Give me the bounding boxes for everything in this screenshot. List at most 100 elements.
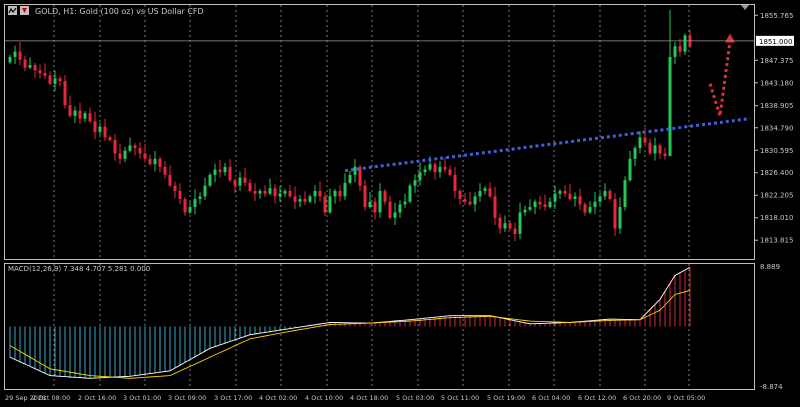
candle-bear — [38, 70, 42, 74]
time-tick-label: 5 Oct 11:00 — [441, 394, 479, 402]
candle-bull — [418, 172, 422, 181]
candle-bull — [333, 190, 337, 197]
candle-bull — [633, 148, 637, 159]
candle-bear — [488, 188, 492, 197]
candle-bear — [133, 145, 137, 149]
candle-bull — [653, 145, 657, 154]
candle-bull — [53, 78, 57, 84]
candle-bull — [278, 193, 282, 197]
candle-bull — [13, 51, 17, 57]
candle-bull — [208, 174, 212, 186]
candle-bull — [628, 158, 632, 181]
candle-bull — [523, 209, 527, 213]
candle-bear — [88, 113, 92, 122]
candle-bull — [683, 35, 687, 52]
candle-bear — [648, 142, 652, 154]
candle-bear — [288, 190, 292, 197]
price-tick-label: 1838.905 — [760, 102, 793, 110]
candle-bear — [568, 193, 572, 200]
candle-bull — [393, 212, 397, 218]
candle-bull — [428, 164, 432, 170]
candle-bull — [368, 201, 372, 208]
candle-bear — [253, 190, 257, 194]
candle-bull — [283, 190, 287, 194]
candle-bear — [93, 121, 97, 132]
candle-bear — [23, 59, 27, 68]
symbol-title: GOLD, H1: Gold (100 oz) vs US Dollar CFD — [35, 7, 204, 16]
candle-bull — [598, 196, 602, 202]
candle-bull — [83, 113, 87, 119]
candle-bull — [593, 201, 597, 208]
candle-bull — [553, 193, 557, 202]
candle-bull — [398, 204, 402, 213]
candle-bear — [33, 64, 37, 71]
candle-bear — [43, 73, 47, 76]
candle-bear — [303, 199, 307, 202]
candle-bear — [513, 228, 517, 234]
candle-bear — [138, 148, 142, 154]
candle-bear — [508, 223, 512, 229]
candle-bear — [323, 196, 327, 213]
candle-bear — [68, 105, 72, 116]
candle-bull — [478, 190, 482, 197]
candle-bear — [103, 126, 107, 138]
trading-chart[interactable]: 1855.765 1847.375 1843.180 1838.905 1834.790… — [0, 0, 800, 407]
candle-bear — [218, 169, 222, 173]
candle-bear — [163, 166, 167, 175]
price-tick-label: 1822.205 — [760, 192, 793, 200]
candle-bull — [128, 145, 132, 151]
candle-bear — [338, 190, 342, 197]
candle-bull — [378, 190, 382, 213]
candle-bear — [613, 199, 617, 229]
candle-bull — [98, 126, 102, 132]
candle-bull — [623, 180, 627, 208]
candle-bear — [388, 201, 392, 218]
price-tick-label: 1818.010 — [760, 214, 793, 222]
candle-bear — [318, 190, 322, 197]
candle-bull — [203, 185, 207, 197]
candle-bull — [518, 212, 522, 234]
candle-bull — [668, 56, 672, 157]
macd-scale-bottom: -8.874 — [760, 383, 783, 391]
candle-bear — [468, 201, 472, 205]
current-price-label: 1851.000 — [759, 38, 792, 46]
candle-bear — [453, 174, 457, 191]
candle-bull — [268, 188, 272, 194]
candle-bear — [493, 196, 497, 218]
price-tick-label: 1847.375 — [760, 57, 793, 65]
candle-bear — [383, 190, 387, 202]
candle-bull — [533, 201, 537, 208]
candle-bear — [58, 78, 62, 82]
candle-bull — [413, 180, 417, 186]
price-tick-label: 1834.790 — [760, 124, 793, 132]
candle-bear — [543, 204, 547, 208]
candle-bull — [573, 196, 577, 200]
candle-bear — [463, 199, 467, 202]
time-tick-label: 6 Oct 20:00 — [623, 394, 661, 402]
candle-bull — [403, 201, 407, 205]
candle-bull — [313, 190, 317, 197]
candle-bear — [148, 158, 152, 165]
candle-bear — [448, 169, 452, 175]
time-tick-label: 4 Oct 18:00 — [350, 394, 388, 402]
candle-bear — [658, 145, 662, 154]
candle-bull — [8, 56, 12, 63]
candle-bull — [73, 110, 77, 116]
candle-bear — [18, 51, 22, 60]
time-tick-label: 6 Oct 04:00 — [532, 394, 570, 402]
candle-bear — [538, 201, 542, 205]
candle-bull — [673, 46, 677, 57]
candle-bear — [578, 196, 582, 205]
candle-bull — [343, 182, 347, 197]
candle-bear — [78, 110, 82, 119]
time-tick-label: 5 Oct 03:00 — [396, 394, 434, 402]
time-axis: 29 Sep 20232 Oct 08:00 2 Oct 16:00 3 Oct 0… — [5, 394, 705, 402]
time-tick-label: 4 Oct 02:00 — [259, 394, 297, 402]
time-tick-label: 2 Oct 08:00 — [32, 394, 70, 402]
time-tick-label: 3 Oct 09:00 — [168, 394, 206, 402]
candle-bull — [528, 207, 532, 210]
candle-bear — [363, 185, 367, 208]
candle-bull — [258, 190, 262, 194]
candle-bull — [348, 174, 352, 183]
candle-bull — [638, 137, 642, 149]
